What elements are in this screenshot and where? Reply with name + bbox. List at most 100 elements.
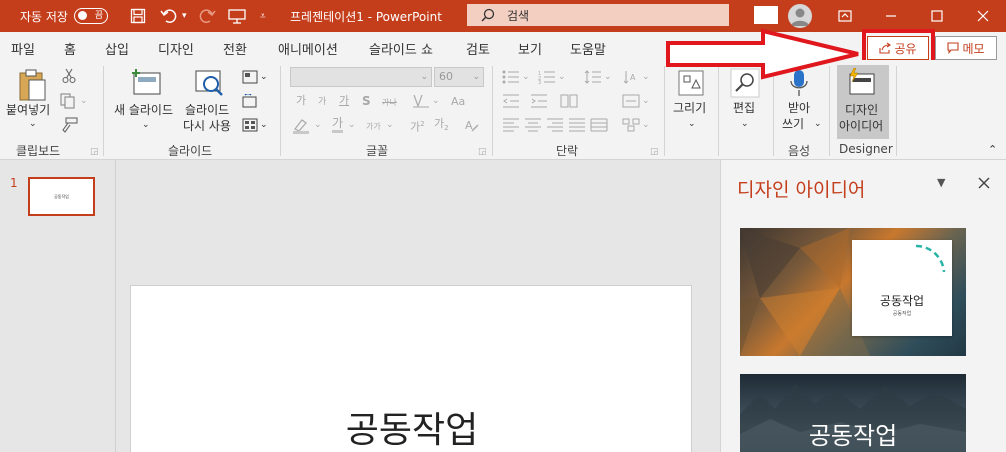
grow-font-icon[interactable]: 가 xyxy=(296,93,306,109)
design-idea-1[interactable]: 공동작업 공동작업 xyxy=(740,228,966,356)
new-slide-dropdown-icon[interactable]: ⌄ xyxy=(142,117,150,133)
tab-view[interactable]: 보기 xyxy=(518,39,542,58)
slide-canvas[interactable]: 공동작업 xyxy=(130,285,692,452)
format-painter-icon[interactable] xyxy=(60,117,78,133)
reuse-slides-icon[interactable] xyxy=(194,68,226,98)
tab-animations[interactable]: 애니메이션 xyxy=(278,39,338,58)
font-launcher-icon[interactable]: ◲ xyxy=(478,144,487,160)
tab-review[interactable]: 검토 xyxy=(466,39,490,58)
tab-insert[interactable]: 삽입 xyxy=(105,39,129,58)
tab-design[interactable]: 디자인 xyxy=(158,39,194,58)
collapse-ribbon-icon[interactable]: ⌃ xyxy=(988,142,997,158)
autosave-group[interactable]: 자동 저장 끔 xyxy=(20,0,108,32)
font-case-dropdown-icon[interactable]: ⌄ xyxy=(386,117,394,133)
superscript-label: 가 xyxy=(410,120,421,134)
profile-image[interactable] xyxy=(754,6,778,24)
comments-button[interactable]: 메모 xyxy=(935,36,997,60)
font-color-dropdown-icon[interactable]: ⌄ xyxy=(348,117,356,133)
font-name-combo[interactable]: ⌄ xyxy=(290,67,432,87)
bullets-dropdown-icon[interactable]: ⌄ xyxy=(522,69,530,85)
save-icon[interactable] xyxy=(130,0,146,32)
change-case-icon[interactable]: Aa xyxy=(450,93,468,109)
font-size-combo[interactable]: 60 ⌄ xyxy=(434,67,484,87)
smartart-dropdown-icon[interactable]: ⌄ xyxy=(642,117,650,133)
close-icon[interactable] xyxy=(960,0,1006,32)
text-shadow-icon[interactable]: S xyxy=(362,93,371,109)
smartart-icon[interactable] xyxy=(622,118,640,132)
highlight-icon[interactable] xyxy=(292,118,310,134)
align-right-icon[interactable] xyxy=(546,118,564,132)
maximize-icon[interactable] xyxy=(914,0,960,32)
paragraph-launcher-icon[interactable]: ◲ xyxy=(650,144,659,160)
dictate-label-2[interactable]: 쓰기 xyxy=(782,116,804,132)
svg-text:3: 3 xyxy=(538,80,541,84)
increase-indent-icon[interactable] xyxy=(530,94,548,108)
dictate-dropdown-icon[interactable]: ⌄ xyxy=(814,116,822,132)
slide-thumbnail[interactable]: 공동작업 xyxy=(28,177,95,216)
font-color-icon[interactable]: 가 xyxy=(332,116,344,133)
align-center-icon[interactable] xyxy=(524,118,542,132)
numbering-dropdown-icon[interactable]: ⌄ xyxy=(558,69,566,85)
strikethrough-icon[interactable]: 가나 xyxy=(382,95,397,111)
avatar[interactable] xyxy=(788,4,812,28)
drawing-label[interactable]: 그리기 xyxy=(673,100,706,116)
line-spacing-dropdown-icon[interactable]: ⌄ xyxy=(604,69,612,85)
paste-dropdown-icon[interactable]: ⌄ xyxy=(29,116,37,132)
subscript-icon[interactable]: 가2 xyxy=(434,116,449,136)
autosave-toggle[interactable]: 끔 xyxy=(73,8,108,24)
reuse-slides-label-2[interactable]: 다시 사용 xyxy=(183,118,231,134)
new-slide-label[interactable]: 새 슬라이드 xyxy=(114,102,173,118)
character-spacing-icon[interactable] xyxy=(412,94,430,108)
align-left-icon[interactable] xyxy=(502,118,520,132)
clear-all-formatting-icon[interactable]: A xyxy=(464,118,480,134)
copy-icon[interactable] xyxy=(60,93,76,109)
drawing-dropdown-icon[interactable]: ⌄ xyxy=(688,116,696,132)
tab-file[interactable]: 파일 xyxy=(11,39,35,58)
dictate-label-1[interactable]: 받아 xyxy=(788,100,810,116)
pane-close-icon[interactable] xyxy=(978,174,990,193)
new-slide-icon[interactable] xyxy=(130,68,162,96)
tab-slideshow[interactable]: 슬라이드 쇼 xyxy=(369,39,433,58)
justify-icon[interactable] xyxy=(568,118,586,132)
pane-options-icon[interactable]: ▼ xyxy=(937,176,945,189)
editing-dropdown-icon[interactable]: ⌄ xyxy=(741,116,749,132)
paste-icon[interactable] xyxy=(18,68,48,102)
align-text-icon[interactable] xyxy=(622,94,640,108)
reset-icon[interactable] xyxy=(242,94,258,108)
superscript-icon[interactable]: 가2 xyxy=(410,116,425,136)
line-spacing-icon[interactable] xyxy=(584,70,602,84)
numbering-icon[interactable]: 123 xyxy=(538,70,556,84)
layout-dropdown-icon[interactable]: ⌄ xyxy=(260,69,268,85)
minimize-icon[interactable] xyxy=(868,0,914,32)
layout-icon[interactable] xyxy=(242,70,258,84)
present-from-start-icon[interactable] xyxy=(228,0,246,32)
tab-transitions[interactable]: 전환 xyxy=(223,39,247,58)
decrease-indent-icon[interactable] xyxy=(502,94,520,108)
clipboard-launcher-icon[interactable]: ◲ xyxy=(90,144,99,160)
slide-title-placeholder[interactable]: 공동작업 xyxy=(131,401,693,452)
design-idea-2[interactable]: 공동작업 xyxy=(740,374,966,452)
font-case-icon[interactable]: 가가 xyxy=(366,119,381,135)
shrink-font-icon[interactable]: 가 xyxy=(318,94,326,110)
undo-icon[interactable] xyxy=(160,0,178,32)
section-icon[interactable] xyxy=(242,118,258,132)
align-text-dropdown-icon[interactable]: ⌄ xyxy=(642,93,650,109)
character-spacing-dropdown-icon[interactable]: ⌄ xyxy=(432,93,440,109)
undo-dropdown-icon[interactable]: ▾ xyxy=(182,0,187,32)
font-size-dropdown-icon: ⌄ xyxy=(472,72,480,82)
text-direction-dropdown-icon[interactable]: ⌄ xyxy=(642,69,650,85)
bullets-icon[interactable] xyxy=(502,70,520,84)
search-box[interactable]: 검색 xyxy=(467,4,729,26)
highlight-dropdown-icon[interactable]: ⌄ xyxy=(314,117,322,133)
clear-formatting-icon[interactable]: 가 xyxy=(339,93,349,109)
customize-toolbar-icon[interactable]: ⩡ xyxy=(260,0,266,32)
editing-label[interactable]: 편집 xyxy=(733,100,755,116)
tab-help[interactable]: 도움말 xyxy=(570,39,606,58)
reuse-slides-label-1[interactable]: 슬라이드 xyxy=(185,102,229,118)
section-dropdown-icon[interactable]: ⌄ xyxy=(260,117,268,133)
distributed-icon[interactable] xyxy=(590,118,608,132)
copy-dropdown-icon[interactable]: ⌄ xyxy=(80,93,88,109)
cut-icon[interactable] xyxy=(62,68,76,84)
columns-icon[interactable] xyxy=(560,94,578,108)
text-direction-icon[interactable]: A xyxy=(622,70,640,84)
